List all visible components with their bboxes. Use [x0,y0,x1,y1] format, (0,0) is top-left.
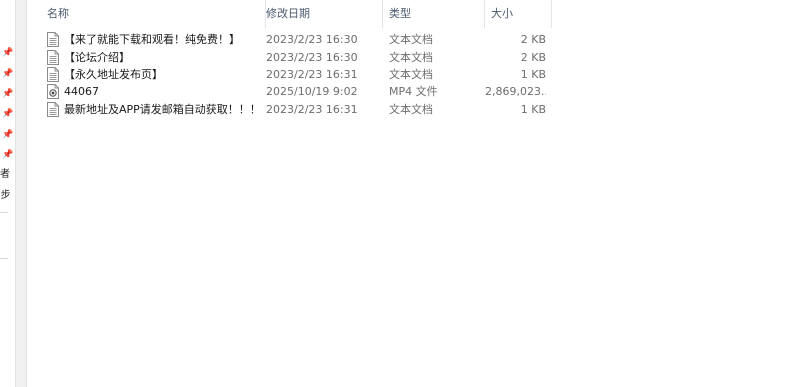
column-header-type-label: 类型 [389,7,411,20]
pane-splitter[interactable] [15,0,27,387]
file-row[interactable]: 【论坛介绍】 2023/2/23 16:30 文本文档 2 KB [27,49,557,66]
pin-icon[interactable]: 📌 [2,109,13,119]
column-header-name[interactable]: 名称 [41,0,266,28]
file-size: 1 KB [520,103,546,116]
file-list: 名称 修改日期 类型 大小 【来了就能下载和观看！纯免费！】 2023/2/23… [27,0,800,387]
file-size: 2 KB [520,33,546,46]
text-document-icon [47,102,59,117]
nav-divider [0,212,8,213]
file-size: 1 KB [520,68,546,81]
column-header-date-label: 修改日期 [266,7,310,20]
file-name: 44067 [64,85,99,98]
file-date: 2023/2/23 16:30 [266,33,358,46]
file-type: 文本文档 [389,51,433,64]
file-name: 【论坛介绍】 [64,51,130,64]
file-date: 2023/2/23 16:30 [266,51,358,64]
nav-divider [0,258,8,259]
file-date: 2023/2/23 16:31 [266,103,358,116]
column-header-size-label: 大小 [491,7,513,20]
file-type: 文本文档 [389,68,433,81]
file-size: 2,869,023... [485,85,546,98]
file-name: 最新地址及APP请发邮箱自动获取！！！ [64,103,261,116]
pin-icon[interactable]: 📌 [2,89,13,99]
column-header-type[interactable]: 类型 [383,0,485,28]
pin-icon[interactable]: 📌 [2,69,13,79]
video-file-icon [47,84,59,99]
file-date: 2023/2/23 16:31 [266,68,358,81]
file-date: 2025/10/19 9:02 [266,85,358,98]
column-header-size[interactable]: 大小 [485,0,552,28]
file-type: 文本文档 [389,103,433,116]
text-document-icon [47,67,59,82]
file-row[interactable]: 【永久地址发布页】 2023/2/23 16:31 文本文档 1 KB [27,66,557,83]
text-document-icon [47,50,59,65]
file-type: 文本文档 [389,33,433,46]
file-name: 【永久地址发布页】 [64,68,163,81]
file-explorer-window: 📌 📌 📌 📌 📌 📌 者 -步 名称 修改日期 类型 大小 [0,0,800,387]
file-row[interactable]: 【来了就能下载和观看！纯免费！】 2023/2/23 16:30 文本文档 2 … [27,31,557,48]
nav-item-label[interactable]: -步 [0,190,11,202]
file-row[interactable]: 44067 2025/10/19 9:02 MP4 文件 2,869,023..… [27,83,557,100]
pin-icon[interactable]: 📌 [2,150,13,160]
navigation-pane: 📌 📌 📌 📌 📌 📌 者 -步 [0,0,15,387]
pin-icon[interactable]: 📌 [2,130,13,140]
file-row[interactable]: 最新地址及APP请发邮箱自动获取！！！ 2023/2/23 16:31 文本文档… [27,101,557,118]
nav-item-label[interactable]: 者 [0,169,10,181]
pin-icon[interactable]: 📌 [2,48,13,58]
text-document-icon [47,32,59,47]
file-type: MP4 文件 [389,85,438,98]
column-header-name-label: 名称 [47,7,69,20]
file-size: 2 KB [520,51,546,64]
column-header-date[interactable]: 修改日期 [260,0,383,28]
file-name: 【来了就能下载和观看！纯免费！】 [64,33,240,46]
